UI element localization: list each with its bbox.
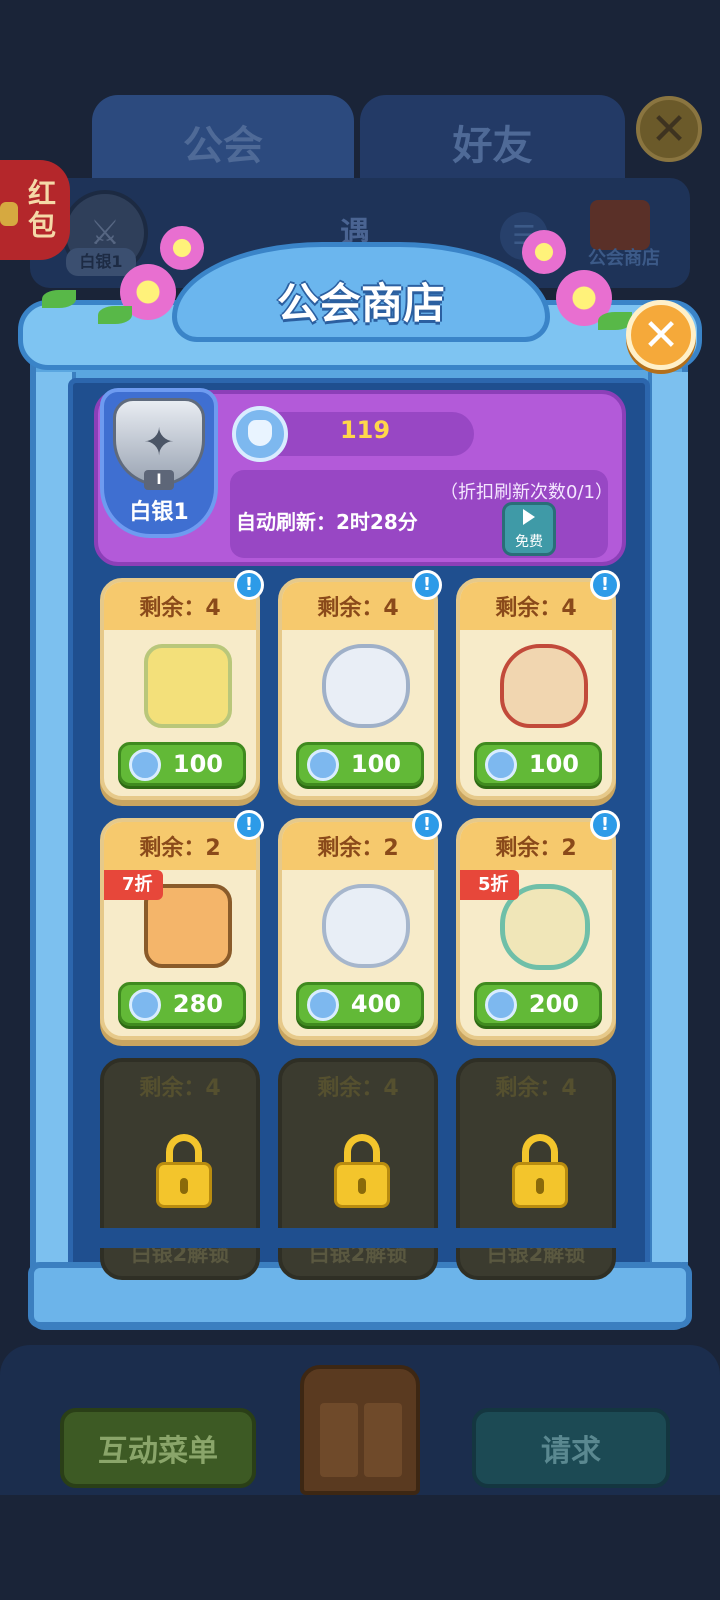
cabinet-icon[interactable] [300, 1365, 420, 1495]
guild-coin-icon [129, 749, 161, 781]
item-price: 100 [172, 750, 223, 778]
keyhole [536, 1178, 544, 1194]
item-stock: 剩余：4 [460, 582, 612, 630]
tea-cup-icon [322, 644, 410, 728]
red-packet-label: 红包 [27, 177, 56, 242]
info-icon[interactable]: ! [590, 570, 620, 600]
discount-tag: 7折 [104, 870, 163, 900]
guild-coin-icon [307, 989, 339, 1021]
guild-shop-icon[interactable] [590, 200, 650, 250]
auto-refresh-timer: 自动刷新：2时28分 [236, 510, 418, 534]
info-icon[interactable]: ! [590, 810, 620, 840]
item-stock: 剩余：2 [282, 822, 434, 870]
info-icon[interactable]: ! [234, 810, 264, 840]
red-packet-button[interactable]: 红包 [0, 160, 70, 260]
buy-button[interactable]: 100 [118, 742, 246, 786]
scroll-clip [92, 1228, 622, 1248]
item-stock: 剩余：4 [460, 1062, 612, 1110]
tofu-dish-icon [144, 644, 232, 728]
shop-item[interactable]: 剩余：2 5折 200 [456, 818, 616, 1040]
cabinet-door [364, 1403, 402, 1477]
rank-numeral: I [144, 470, 174, 490]
item-price: 100 [350, 750, 401, 778]
shop-item[interactable]: 剩余：4 100 [100, 578, 260, 800]
buy-button[interactable]: 100 [296, 742, 424, 786]
guild-shop-label: 公会商店 [588, 248, 660, 269]
buy-button[interactable]: 400 [296, 982, 424, 1026]
close-icon[interactable]: ✕ [626, 300, 696, 370]
buy-button[interactable]: 100 [474, 742, 602, 786]
background-close-icon[interactable]: ✕ [636, 96, 702, 162]
item-stock: 剩余：4 [104, 582, 256, 630]
flower-icon [160, 226, 204, 270]
guild-coin-icon [485, 749, 517, 781]
interaction-menu-button[interactable]: 互动菜单 [60, 1408, 256, 1488]
guild-coin-icon [129, 989, 161, 1021]
free-label: 免费 [515, 534, 543, 550]
shop-item[interactable]: 剩余：2 400 [278, 818, 438, 1040]
teapot-icon [322, 884, 410, 968]
discount-refresh-count: （折扣刷新次数0/1） [440, 482, 613, 503]
coin-icon [0, 202, 18, 226]
cabinet-door [320, 1403, 358, 1477]
guild-coin-icon [232, 406, 288, 462]
item-price: 100 [528, 750, 579, 778]
info-icon[interactable]: ! [412, 810, 442, 840]
flower-icon [522, 230, 566, 274]
free-refresh-button[interactable]: 免费 [502, 502, 556, 556]
item-stock: 剩余：4 [282, 1062, 434, 1110]
keyhole [180, 1178, 188, 1194]
shop-title: 公会商店 [276, 279, 445, 328]
leaf-icon [42, 290, 76, 308]
background-rank-label: 白银1 [66, 248, 136, 276]
play-video-icon [523, 509, 535, 525]
frame-pillar [648, 372, 688, 1262]
item-stock: 剩余：4 [282, 582, 434, 630]
info-icon[interactable]: ! [412, 570, 442, 600]
keyhole [358, 1178, 366, 1194]
item-stock: 剩余：2 [104, 822, 256, 870]
item-price: 400 [350, 990, 401, 1018]
shop-item[interactable]: 剩余：4 100 [456, 578, 616, 800]
item-stock: 剩余：4 [104, 1062, 256, 1110]
buy-button[interactable]: 280 [118, 982, 246, 1026]
dumpling-plate-icon [500, 644, 588, 728]
request-button[interactable]: 请求 [472, 1408, 670, 1488]
buy-button[interactable]: 200 [474, 982, 602, 1026]
leaf-icon [98, 306, 132, 324]
info-icon[interactable]: ! [234, 570, 264, 600]
item-stock: 剩余：2 [460, 822, 612, 870]
shop-item[interactable]: 剩余：4 100 [278, 578, 438, 800]
guild-coin-icon [485, 989, 517, 1021]
currency-value: 119 [339, 416, 391, 444]
shop-item[interactable]: 剩余：2 7折 280 [100, 818, 260, 1040]
discount-tag: 5折 [460, 870, 519, 900]
rank-name: 白银1 [129, 500, 189, 525]
item-price: 200 [528, 990, 579, 1018]
item-price: 280 [172, 990, 223, 1018]
guild-coin-icon [307, 749, 339, 781]
